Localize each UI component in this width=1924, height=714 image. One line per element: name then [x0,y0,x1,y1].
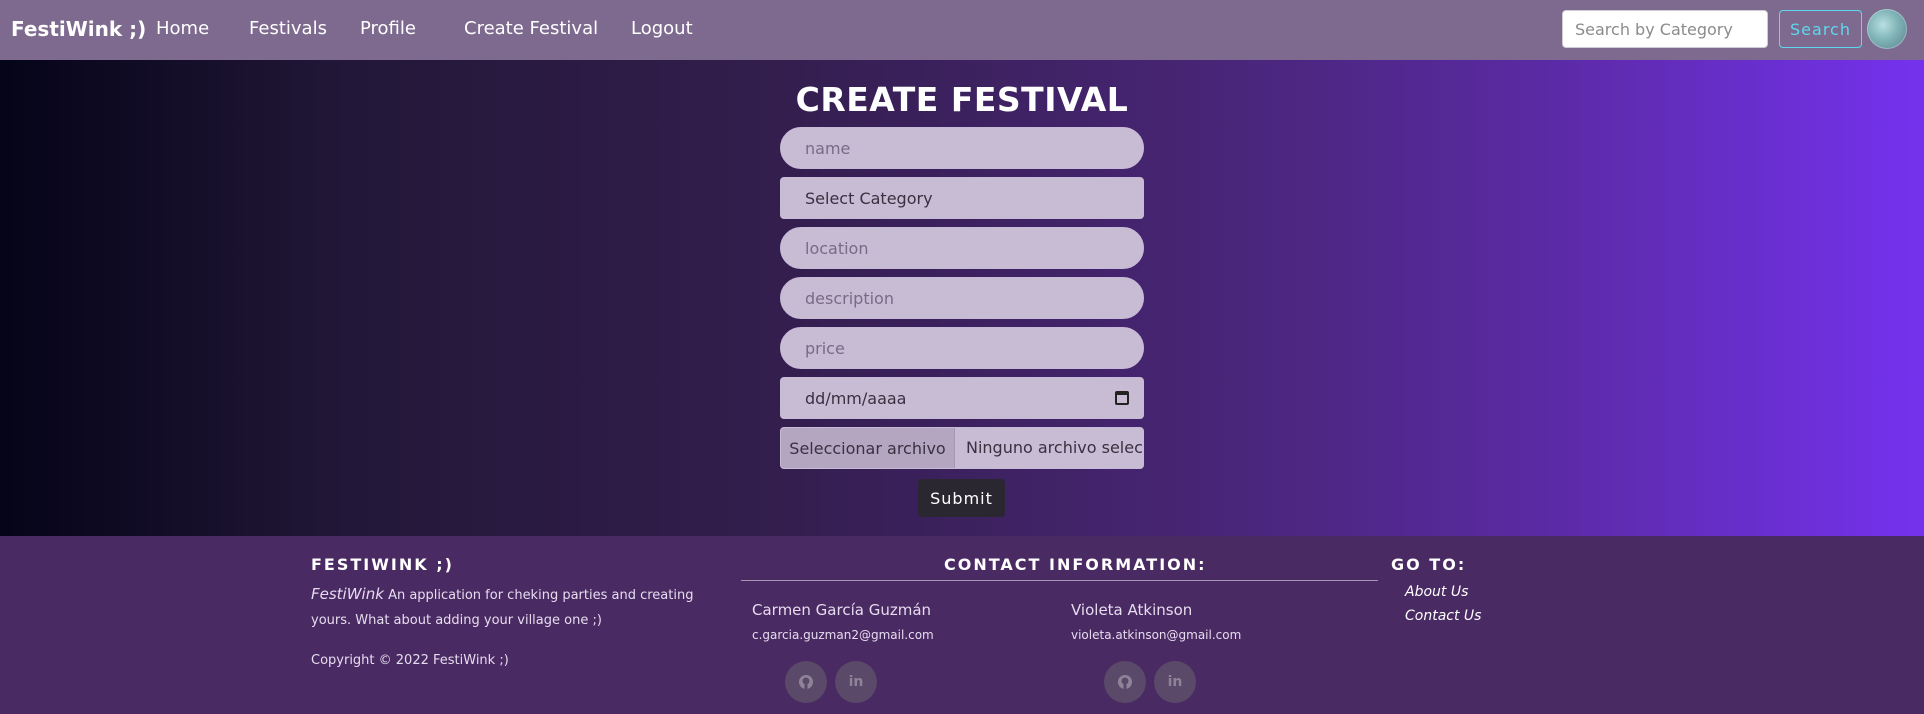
search-button[interactable]: Search [1779,10,1862,48]
avatar[interactable] [1867,9,1907,49]
contact-name-1: Carmen García Guzmán [752,601,932,619]
description-placeholder: description [805,288,894,308]
linkedin-icon[interactable]: in [835,661,877,703]
footer-brand-heading: FESTIWINK ;) [311,555,454,574]
price-input[interactable]: price [780,327,1144,369]
footer-contact-heading: CONTACT INFORMATION: [944,555,1207,574]
github-icon[interactable] [1104,661,1146,703]
location-input[interactable]: location [780,227,1144,269]
search-input[interactable] [1562,10,1768,48]
github-icon-glyph [1118,675,1132,689]
submit-button[interactable]: Submit [918,479,1005,517]
linkedin-icon[interactable]: in [1154,661,1196,703]
navbar: FestiWink ;) Home Festivals Profile Crea… [0,0,1924,60]
calendar-icon[interactable] [1115,391,1129,405]
contact-name-2: Violeta Atkinson [1071,601,1193,619]
footer-divider [741,580,1378,581]
description-input[interactable]: description [780,277,1144,319]
category-selected-value: Select Category [805,188,933,208]
nav-link-profile[interactable]: Profile [360,18,416,39]
contact-email-2: violeta.atkinson@gmail.com [1071,628,1242,642]
footer-link-about-us[interactable]: About Us [1405,584,1468,600]
nav-link-logout[interactable]: Logout [631,18,693,39]
date-input[interactable]: dd/mm/aaaa [780,377,1144,419]
page-title: CREATE FESTIVAL [795,80,1129,119]
price-placeholder: price [805,338,845,358]
date-placeholder: dd/mm/aaaa [805,388,907,408]
footer-brand-name: FestiWink [311,585,384,603]
github-icon-glyph [799,675,813,689]
name-input[interactable]: name [780,127,1144,169]
category-select[interactable]: Select Category [780,177,1144,219]
nav-link-home[interactable]: Home [156,18,209,39]
footer-copyright: Copyright © 2022 FestiWink ;) [311,653,509,668]
nav-link-create-festival[interactable]: Create Festival [464,18,598,39]
name-placeholder: name [805,138,851,158]
file-status: Ninguno archivo selec. [966,438,1144,457]
footer-description-block: FestiWink An application for cheking par… [311,582,731,633]
github-icon[interactable] [785,661,827,703]
footer-link-contact-us[interactable]: Contact Us [1405,608,1481,624]
file-input[interactable]: Seleccionar archivo Ninguno archivo sele… [780,427,1144,469]
nav-link-festivals[interactable]: Festivals [249,18,327,39]
brand-logo[interactable]: FestiWink ;) [11,17,146,41]
choose-file-button[interactable]: Seleccionar archivo [781,428,955,468]
footer-goto-heading: GO TO: [1391,555,1467,574]
contact-email-1: c.garcia.guzman2@gmail.com [752,628,934,642]
location-placeholder: location [805,238,869,258]
